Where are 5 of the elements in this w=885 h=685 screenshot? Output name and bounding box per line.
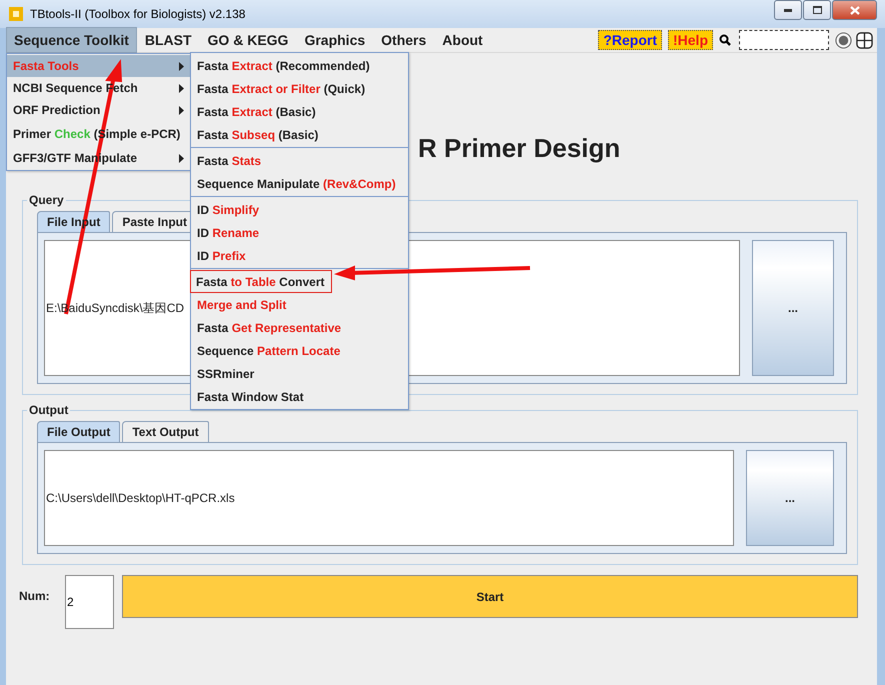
num-label: Num: (19, 589, 51, 603)
group-title: Output (28, 403, 70, 417)
page-heading: R Primer Design (418, 133, 620, 163)
window-title: TBtools-II (Toolbox for Biologists) v2.138 (30, 7, 246, 21)
group-title: Query (28, 193, 65, 207)
